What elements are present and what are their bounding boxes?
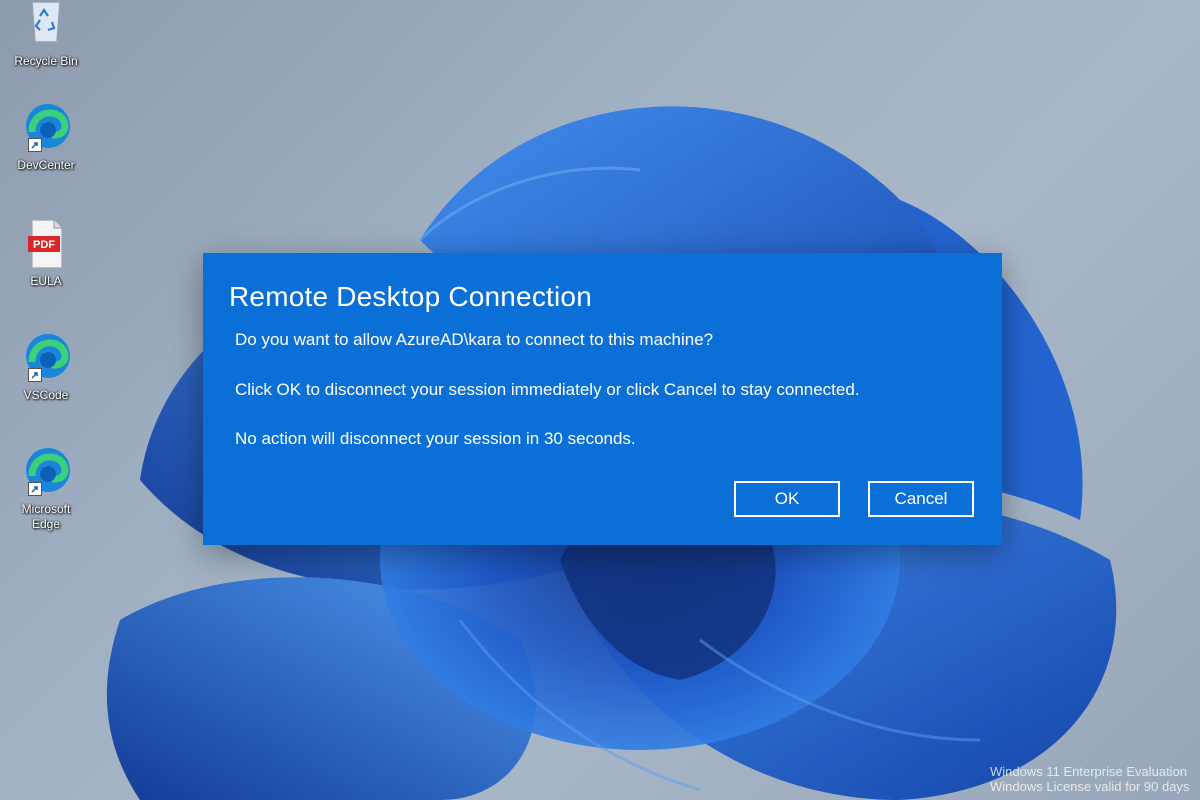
shortcut-arrow-icon	[28, 368, 42, 382]
desktop-icon-recycle-bin[interactable]: Recycle Bin	[6, 0, 86, 69]
desktop-icon-label: VSCode	[23, 388, 69, 402]
remote-desktop-dialog: Remote Desktop Connection Do you want to…	[203, 253, 1002, 545]
dialog-title: Remote Desktop Connection	[229, 281, 592, 312]
dialog-message-timeout: No action will disconnect your session i…	[235, 429, 636, 448]
desktop-icon-microsoft-edge[interactable]: Microsoft Edge	[6, 444, 86, 532]
edge-icon	[18, 100, 74, 156]
watermark-line-edition: Windows 11 Enterprise Evaluation	[990, 764, 1188, 779]
desktop-icon-devcenter[interactable]: DevCenter	[6, 100, 86, 173]
cancel-button[interactable]: Cancel	[868, 481, 974, 517]
watermark-line-license: Windows License valid for 90 days	[990, 779, 1190, 794]
pdf-icon: PDF	[18, 216, 74, 272]
pdf-badge: PDF	[33, 239, 55, 251]
edge-icon	[18, 444, 74, 500]
desktop-icon-label: EULA	[30, 274, 62, 288]
desktop-icon-label: Recycle Bin	[14, 54, 78, 68]
dialog-message-instructions: Click OK to disconnect your session imme…	[235, 380, 860, 399]
shortcut-arrow-icon	[28, 482, 42, 496]
shortcut-arrow-icon	[28, 138, 42, 152]
desktop-icon-label: Microsoft Edge	[21, 502, 71, 531]
desktop-icon-vscode[interactable]: VSCode	[6, 330, 86, 403]
desktop-icon-eula[interactable]: PDF EULA	[6, 216, 86, 289]
desktop-icon-label: DevCenter	[17, 158, 75, 172]
recycle-bin-icon	[18, 0, 74, 52]
ok-button[interactable]: OK	[734, 481, 840, 517]
edge-icon	[18, 330, 74, 386]
windows-watermark: Windows 11 Enterprise Evaluation Windows…	[990, 764, 1189, 794]
dialog-message-question: Do you want to allow AzureAD\kara to con…	[235, 330, 714, 349]
